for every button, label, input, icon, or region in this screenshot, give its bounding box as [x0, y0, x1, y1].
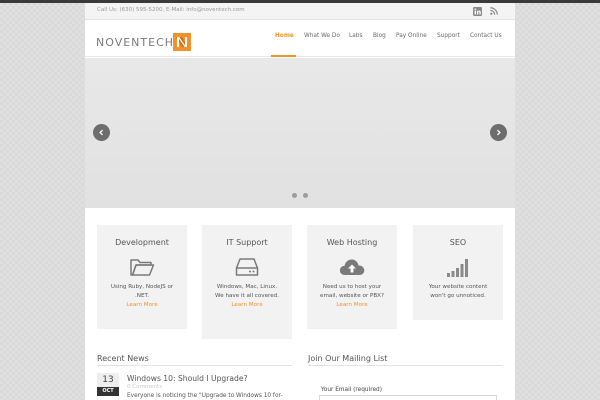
rss-icon	[490, 7, 498, 15]
slider-prev-button[interactable]	[93, 124, 110, 141]
section-divider	[97, 365, 292, 366]
linkedin-icon	[472, 6, 482, 16]
email-label: Your Email (required)	[321, 387, 382, 393]
nav-home[interactable]: Home	[275, 33, 294, 39]
nav-what-we-do[interactable]: What We Do	[304, 33, 340, 39]
learn-more-link[interactable]: Learn More	[202, 302, 292, 308]
chevron-right-icon	[497, 129, 501, 136]
site-header: NOVENTECH Home What We Do Labs Blog Pay …	[85, 20, 515, 57]
post-month: OCT	[97, 387, 119, 396]
hero-slider	[85, 58, 515, 208]
nav-pay-online[interactable]: Pay Online	[396, 33, 427, 39]
top-bar: Call Us: (630) 595-5200, E-Mail: info@no…	[85, 3, 515, 20]
learn-more-link[interactable]: Learn More	[97, 302, 187, 308]
learn-more-link[interactable]: Learn More	[307, 302, 397, 308]
email-field[interactable]	[319, 395, 497, 400]
chevron-left-icon	[99, 129, 103, 136]
nav-blog[interactable]: Blog	[373, 33, 386, 39]
nav-active-indicator	[271, 55, 296, 57]
service-it-support: IT Support Windows, Mac, Linux. We have …	[202, 225, 292, 339]
contact-info: Call Us: (630) 595-5200, E-Mail: info@no…	[97, 7, 245, 13]
slider-dot-1[interactable]	[292, 193, 297, 198]
logo-mark[interactable]	[173, 33, 191, 51]
slider-dot-2[interactable]	[303, 193, 308, 198]
post-comments-link[interactable]: 0 Comments	[127, 384, 162, 390]
hard-drive-icon	[235, 258, 259, 276]
nav-contact-us[interactable]: Contact Us	[470, 33, 502, 39]
service-title: Development	[115, 238, 169, 247]
page-container: Call Us: (630) 595-5200, E-Mail: info@no…	[85, 3, 515, 400]
folder-icon	[130, 259, 155, 276]
nav-support[interactable]: Support	[437, 33, 460, 39]
service-description: Using Ruby, NodeJS or .NET.	[110, 284, 174, 299]
linkedin-link[interactable]	[471, 5, 483, 17]
slider-next-button[interactable]	[490, 124, 507, 141]
post-title-link[interactable]: Windows 10: Should I Upgrade?	[127, 374, 248, 383]
service-description: Your website content won't go unnoticed.	[428, 284, 488, 299]
nav-labs[interactable]: Labs	[349, 33, 362, 39]
section-divider	[308, 365, 503, 366]
service-seo: SEO Your website content won't go unnoti…	[413, 225, 503, 320]
cloud-upload-icon	[339, 259, 365, 275]
post-excerpt: Everyone is noticing the "Upgrade to Win…	[127, 393, 283, 399]
rss-link[interactable]	[488, 5, 500, 17]
service-web-hosting: Web Hosting Need us to host your email, …	[307, 225, 397, 329]
service-title: IT Support	[226, 238, 268, 247]
logo-text[interactable]: NOVENTECH	[96, 36, 174, 49]
service-title: Web Hosting	[326, 238, 378, 247]
recent-news-title: Recent News	[97, 354, 149, 363]
signal-bars-icon	[447, 259, 468, 277]
logo-n-icon	[173, 33, 191, 51]
post-day: 13	[97, 373, 119, 387]
service-development: Development Using Ruby, NodeJS or .NET. …	[97, 225, 187, 329]
mailing-list-title: Join Our Mailing List	[308, 354, 388, 363]
post-date: 13 OCT	[97, 373, 119, 396]
service-title: SEO	[449, 238, 467, 247]
service-description: Need us to host your email, website or P…	[320, 284, 384, 299]
service-description: Windows, Mac, Linux. We have it all cove…	[215, 284, 279, 299]
